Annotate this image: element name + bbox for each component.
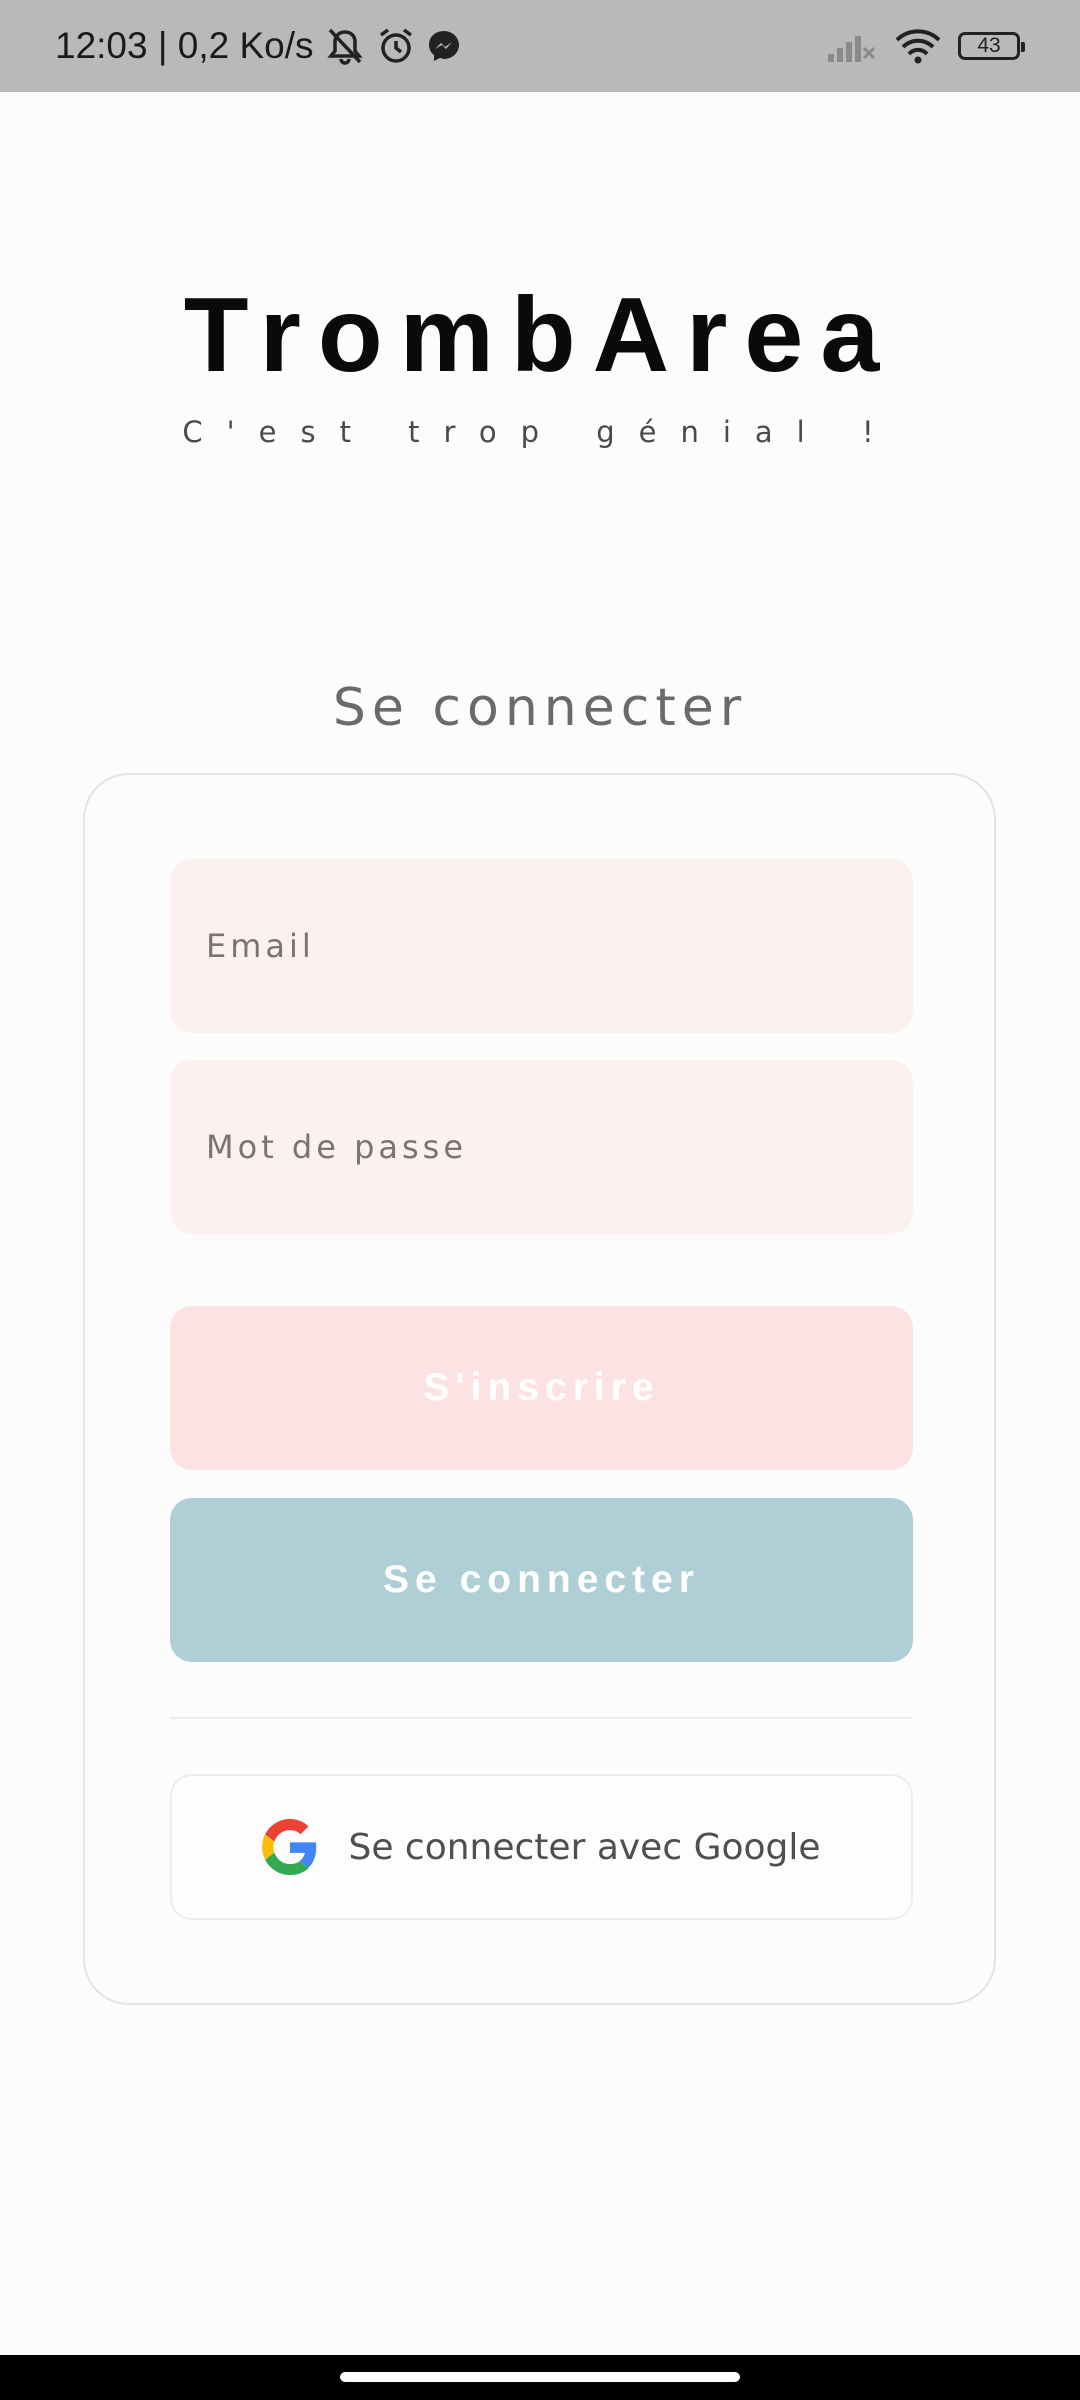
status-time-speed: 12:03 | 0,2 Ko/s: [55, 25, 314, 66]
signup-button-label: S'inscrire: [423, 1366, 660, 1409]
messenger-icon: [428, 31, 459, 61]
app-subtitle: C'est trop génial !: [182, 415, 898, 449]
alarm-icon: [379, 28, 412, 63]
app-title: TrombArea: [183, 276, 897, 394]
google-signin-button[interactable]: Se connecter avec Google: [170, 1774, 913, 1920]
divider: [170, 1717, 913, 1719]
home-gesture-handle[interactable]: [340, 2372, 740, 2382]
battery-icon: 43: [958, 32, 1025, 60]
battery-level: 43: [977, 34, 1001, 57]
muted-bell-icon: [326, 28, 363, 65]
wifi-icon: [895, 29, 941, 64]
signup-button[interactable]: S'inscrire: [170, 1306, 913, 1470]
status-right: 43: [826, 0, 1025, 92]
login-button[interactable]: Se connecter: [170, 1498, 913, 1662]
status-bar: 12:03 | 0,2 Ko/s 43: [0, 0, 1080, 92]
signal-icon: [828, 36, 876, 62]
email-field-container: [170, 859, 913, 1033]
login-heading: Se connecter: [332, 678, 748, 738]
navigation-bar: [0, 2355, 1080, 2400]
password-field-container: [170, 1060, 913, 1234]
email-field[interactable]: [204, 926, 913, 966]
status-left: 12:03 | 0,2 Ko/s: [55, 0, 462, 92]
password-field[interactable]: [204, 1127, 913, 1167]
google-signin-label: Se connecter avec Google: [348, 1826, 821, 1868]
google-icon: [262, 1819, 317, 1875]
login-card: S'inscrire Se connecter Se connecter ave…: [83, 773, 996, 2005]
login-button-label: Se connecter: [383, 1558, 700, 1601]
